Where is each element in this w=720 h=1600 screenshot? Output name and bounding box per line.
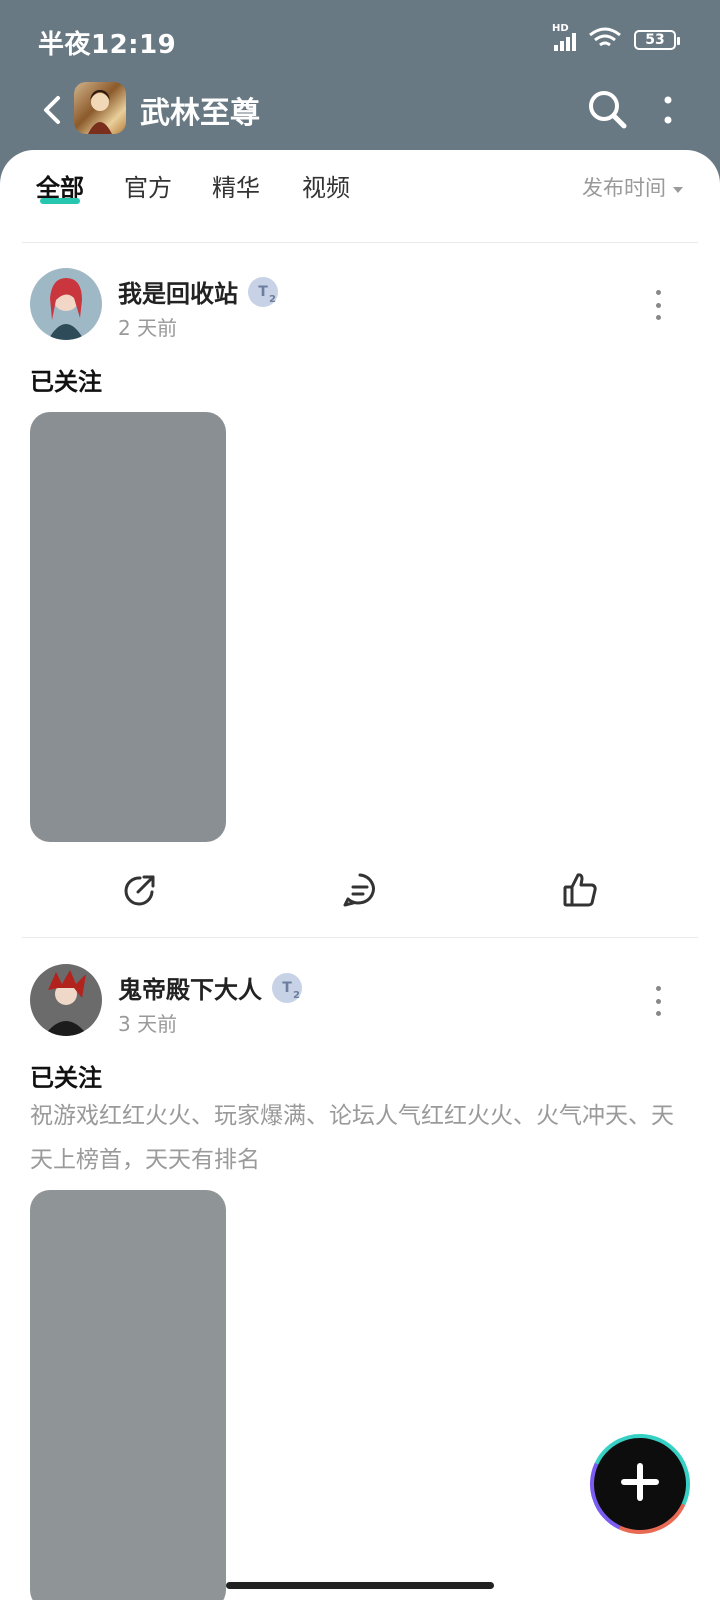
level-badge: T2 bbox=[248, 276, 278, 307]
wifi-icon bbox=[588, 26, 622, 54]
page-title: 武林至尊 bbox=[140, 96, 260, 131]
game-avatar[interactable] bbox=[74, 82, 126, 134]
share-icon[interactable] bbox=[110, 860, 170, 920]
action-bar bbox=[0, 860, 720, 920]
main-panel: 全部 官方 精华 视频 发布时间 我是回收站 T2 2 天前 已关注 鬼帝殿下大… bbox=[0, 150, 720, 1600]
username-text: 我是回收站 bbox=[118, 280, 238, 308]
status-bar: 半夜12:19 HD 53 bbox=[0, 0, 720, 80]
divider bbox=[22, 937, 698, 938]
status-icons: HD 53 bbox=[552, 23, 680, 54]
back-arrow-icon[interactable] bbox=[34, 90, 70, 130]
more-vertical-icon[interactable] bbox=[648, 88, 688, 132]
network-label: HD bbox=[552, 23, 569, 34]
comment-icon[interactable] bbox=[330, 860, 390, 920]
tab-official[interactable]: 官方 bbox=[124, 168, 172, 203]
follow-status: 已关注 bbox=[30, 368, 102, 396]
header: 武林至尊 bbox=[0, 76, 720, 146]
tab-video[interactable]: 视频 bbox=[302, 168, 350, 203]
home-indicator[interactable] bbox=[226, 1582, 494, 1589]
post-body: 祝游戏红红火火、玩家爆满、论坛人气红红火火、火气冲天、天天上榜首，天天有排名 bbox=[30, 1103, 674, 1173]
like-icon[interactable] bbox=[550, 860, 610, 920]
follow-status: 已关注 bbox=[30, 1064, 102, 1092]
username[interactable]: 我是回收站 T2 bbox=[118, 274, 278, 309]
sort-label: 发布时间 bbox=[582, 176, 666, 200]
avatar[interactable] bbox=[30, 268, 102, 340]
tab-indicator bbox=[40, 198, 80, 204]
username-text: 鬼帝殿下大人 bbox=[118, 976, 262, 1004]
search-icon[interactable] bbox=[584, 86, 632, 134]
post-more-icon[interactable] bbox=[648, 290, 668, 320]
divider bbox=[22, 242, 698, 243]
post-image[interactable] bbox=[30, 412, 226, 842]
tab-featured[interactable]: 精华 bbox=[212, 168, 260, 203]
level-badge: T2 bbox=[272, 972, 302, 1003]
sort-dropdown[interactable]: 发布时间 bbox=[582, 172, 684, 202]
timestamp: 2 天前 bbox=[118, 316, 178, 340]
timestamp: 3 天前 bbox=[118, 1012, 178, 1036]
status-time: 半夜12:19 bbox=[38, 30, 177, 60]
post-more-icon[interactable] bbox=[648, 986, 668, 1016]
battery-icon: 53 bbox=[634, 30, 680, 50]
caret-down-icon bbox=[672, 175, 684, 199]
tab-bar: 全部 官方 精华 视频 发布时间 bbox=[0, 150, 720, 240]
create-post-button[interactable] bbox=[575, 1419, 705, 1549]
post-image[interactable] bbox=[30, 1190, 226, 1600]
username[interactable]: 鬼帝殿下大人 T2 bbox=[118, 970, 302, 1005]
signal-icon: HD bbox=[552, 23, 576, 51]
avatar[interactable] bbox=[30, 964, 102, 1036]
